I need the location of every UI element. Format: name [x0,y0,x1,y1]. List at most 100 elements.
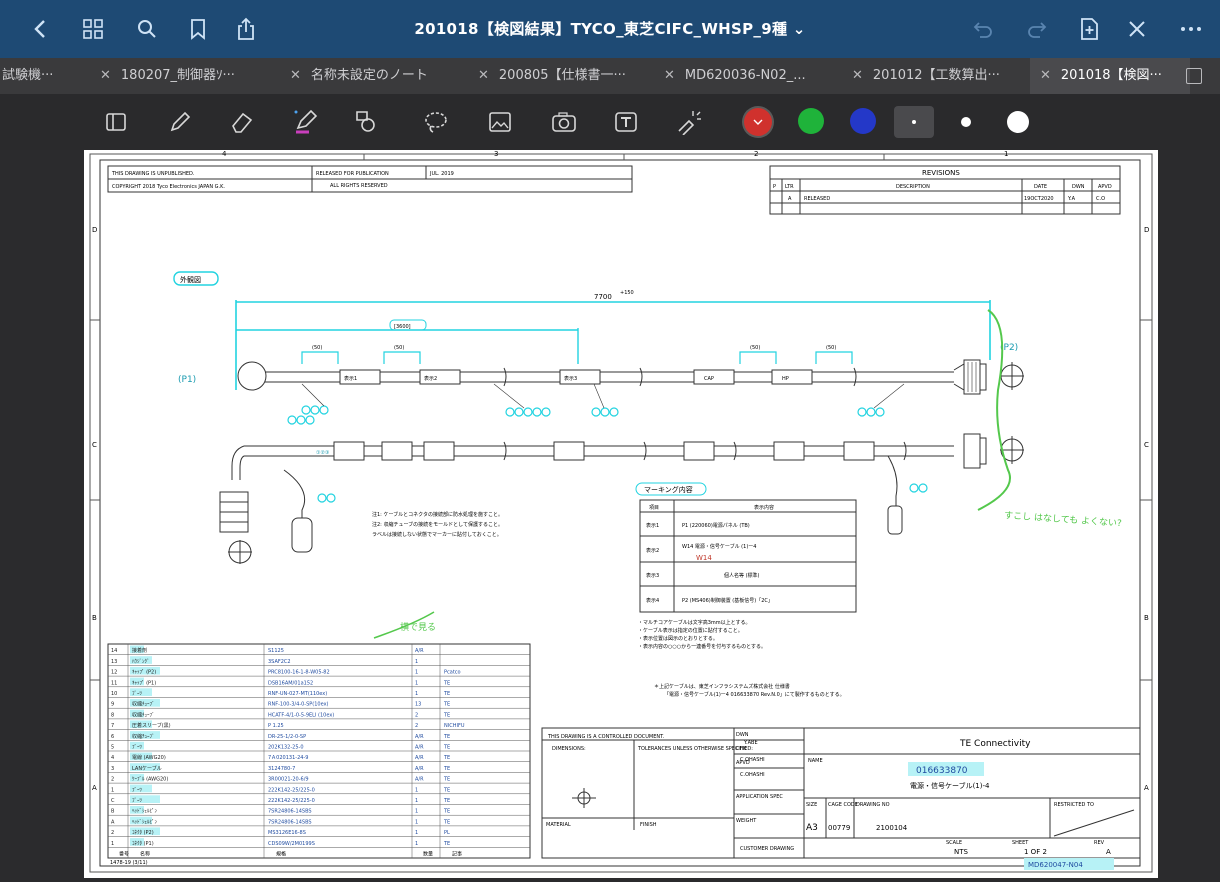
marking-val-3: 個人名等 (標準) [724,572,760,579]
zone-side-a: A [92,784,97,792]
tab-2[interactable]: ✕ 180207_制御器ｿ··· [100,58,276,94]
color-red-swatch[interactable] [744,108,772,136]
bom-cell: 圧着スリーブ(黒) [132,722,171,729]
pen-icon[interactable] [164,106,196,138]
bom-cell: 1 [415,819,418,825]
bom-cell: ﾍｯﾄﾞｼｪﾙﾋﾟﾝ [132,808,158,815]
tab-6[interactable]: ✕ 201012【工数算出··· [852,58,1028,94]
bom-cell: ﾍｯﾄﾞｼｪﾙﾋﾟﾝ [132,818,158,825]
camera-icon[interactable] [548,106,580,138]
mid-note-4: ・表示内容の○○○から一連番号を付与するものとする。 [638,643,766,650]
bom-cell: 10 [111,691,117,697]
rev-col-desc: DESCRIPTION [896,184,930,190]
drawing-page[interactable]: 4 3 2 1 D C B A D C B A THIS DRAWING IS … [84,150,1158,878]
add-page-icon[interactable] [1074,14,1104,44]
bom-cell: TE [443,819,450,825]
bom-cell: ﾌﾞｰﾂ [132,797,143,804]
bom-doc-ref: 1478-19 (3/11) [110,860,148,866]
tab-1[interactable]: 試験機··· [0,58,94,94]
bom-cell: 7Ａ020131-24-9 [268,755,308,761]
bom-cell: TE [443,766,450,772]
stroke-size-small[interactable] [894,106,934,138]
bom-cell: TE [443,798,450,804]
dwn-label: DWN [736,732,749,738]
color-green-swatch[interactable] [798,108,824,134]
close-tab-icon[interactable]: ✕ [1040,68,1051,83]
note-1: 注1: ケーブルとコネクタの接続部に防水処理を施すこと。 [372,511,503,518]
bom-cell: 1 [111,787,114,793]
bom-cell: 222K142-25/225-0 [268,798,315,804]
dim-50-a: (50) [312,345,322,351]
close-tab-icon[interactable]: ✕ [664,68,675,83]
close-icon[interactable] [1122,14,1152,44]
marking-key-2: 表示2 [646,547,659,554]
sidebar-icon[interactable] [100,106,132,138]
bom-cell: ｷｬｯﾌﾟ (P1) [132,679,156,686]
sheet-label: SHEET [1012,840,1029,846]
bom-cell: A/R [415,755,424,761]
shapes-icon[interactable] [350,106,382,138]
image-icon[interactable] [484,106,516,138]
bom-cell: DR-25-1/2-0-SP [268,734,306,740]
bom-cell: A [111,819,115,825]
eraser-icon[interactable] [226,106,258,138]
lasso-icon[interactable] [420,106,452,138]
rev-date: 19OCT2020 [1024,196,1054,202]
tab-label: 名称未設定のノート [310,68,428,83]
release-date: JUL. 2019 [429,171,454,177]
tab-7-active[interactable]: ✕ 201018【検図··· [1030,58,1190,94]
zone-top-3: 3 [494,150,498,158]
bom-cell: 2 [415,712,418,718]
bom-cell: 7SR24806-14SBS [268,819,312,825]
mid-note-3: ・表示位置は図示のとおりとする。 [638,635,718,642]
text-icon[interactable] [610,106,642,138]
copyright-note: COPYRIGHT 2018 Tyco Electronics JAPAN G.… [112,184,225,190]
tab-5[interactable]: ✕ MD620036-N02_... [664,58,844,94]
bom-cell: TE [443,787,450,793]
rights-note: ALL RIGHTS RESERVED [330,183,388,189]
marking-key-1: 表示1 [646,522,659,529]
more-icon[interactable] [1176,14,1206,44]
close-tab-icon[interactable]: ✕ [290,68,301,83]
tab-3[interactable]: ✕ 名称未設定のノート [290,58,470,94]
bom-cell: 2 [415,723,418,729]
close-tab-icon[interactable]: ✕ [852,68,863,83]
marking-col-item: 項目 [649,505,659,511]
marking-val-2: W14 電源・信号ケーブル (1)ー4 [682,543,756,550]
document-canvas[interactable]: 4 3 2 1 D C B A D C B A THIS DRAWING IS … [18,150,1202,878]
bom-cell: B [111,809,115,815]
bom-cell: RNF-100-3/4-0-SP(10ex) [268,702,329,708]
bom-cell: TE [443,809,450,815]
sheet-size: A3 [806,823,818,833]
stroke-size-large[interactable] [1007,111,1029,133]
bom-cell: 2 [111,777,114,783]
bom-header-cell: 番号 [119,851,129,858]
bom-cell: TE [443,712,450,718]
laser-icon[interactable] [672,106,704,138]
tab-label: 201018【検図··· [1060,68,1162,83]
weight-label: WEIGHT [736,818,757,824]
highlighter-icon[interactable] [290,106,322,138]
undo-icon[interactable] [968,14,998,44]
revisions-title: REVISIONS [922,169,960,177]
bom-cell: PL [444,830,450,836]
marking-col-content: 表示内容 [754,504,774,511]
bom-cell: 7 [111,723,114,729]
zone-side-d: D [92,226,97,234]
color-blue-swatch[interactable] [850,108,876,134]
close-tab-icon[interactable]: ✕ [478,68,489,83]
bom-header-cell: 記事 [452,851,462,858]
close-tab-icon[interactable]: ✕ [100,68,111,83]
tab-4[interactable]: ✕ 200805【仕様書一··· [478,58,654,94]
bom-cell: 202K132-25-0 [268,745,304,751]
zone-side-b-right: B [1144,614,1149,622]
bom-cell: 1 [415,830,418,836]
rev-col-p: P [773,184,776,190]
bom-cell: 1 [415,659,418,665]
rev-col-dwn: DWN [1072,184,1085,190]
bom-cell: C [111,798,115,804]
redo-icon[interactable] [1022,14,1052,44]
tab-overview-icon[interactable] [1186,68,1202,84]
bom-cell: NICHIFU [444,723,465,729]
stroke-size-medium[interactable] [961,117,971,127]
